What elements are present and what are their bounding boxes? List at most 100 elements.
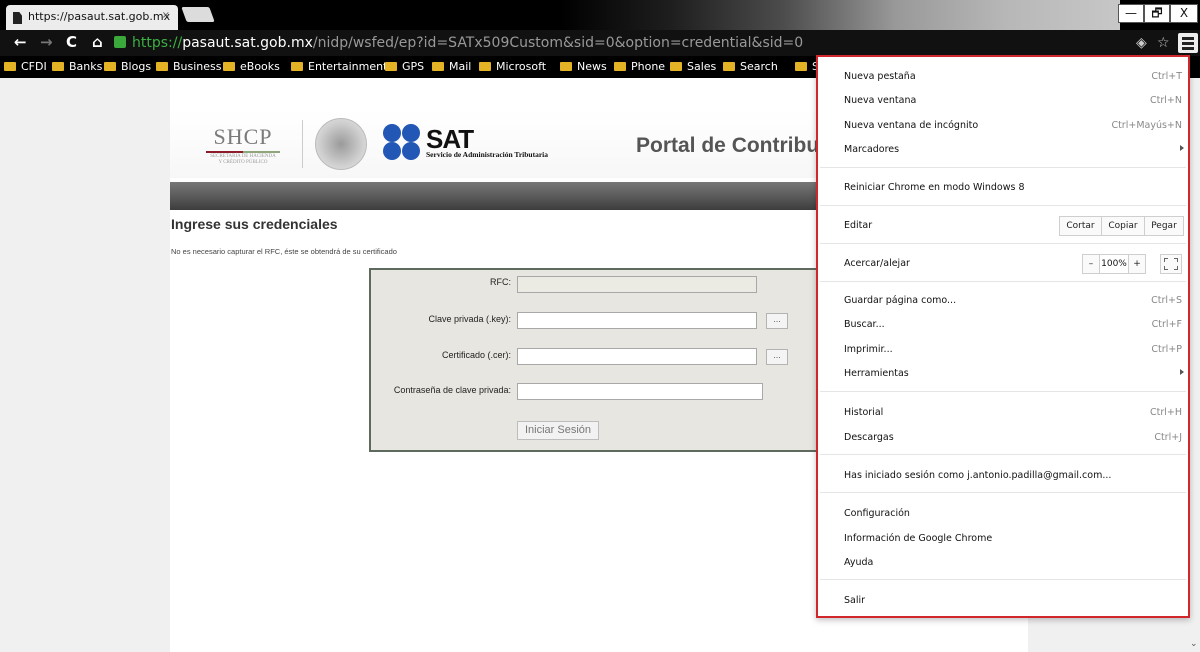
bookmark-folder[interactable]: Sales [670, 60, 716, 73]
maximize-button[interactable]: 🗗 [1144, 4, 1170, 23]
menu-divider [820, 243, 1186, 244]
forward-icon[interactable]: → [40, 33, 53, 51]
menu-divider [820, 454, 1186, 455]
tab-close-icon[interactable]: × [162, 10, 170, 21]
address-bar[interactable]: https://pasaut.sat.gob.mx/nidp/wsfed/ep?… [114, 34, 1164, 52]
menu-item-signed-in[interactable]: Has iniciado sesión como j.antonio.padil… [818, 464, 1188, 486]
cer-label: Certificado (.cer): [441, 350, 511, 360]
url-scheme: https:// [132, 35, 183, 51]
menu-item-new-window[interactable]: Nueva ventana Ctrl+N [818, 89, 1188, 111]
folder-icon [156, 62, 168, 71]
folder-icon [560, 62, 572, 71]
bookmark-folder[interactable]: News [560, 60, 607, 73]
login-form: RFC: Clave privada (.key): ... Certifica… [369, 268, 829, 452]
bookmark-folder[interactable]: Phone [614, 60, 665, 73]
bookmark-folder[interactable]: GPS [385, 60, 424, 73]
menu-item-new-tab[interactable]: Nueva pestaña Ctrl+T [818, 65, 1188, 87]
fullscreen-icon[interactable] [1160, 254, 1182, 274]
key-label: Clave privada (.key): [428, 314, 511, 324]
menu-divider [820, 281, 1186, 282]
reload-icon[interactable]: C [66, 33, 77, 51]
menu-item-relaunch-windows8[interactable]: Reiniciar Chrome en modo Windows 8 [818, 176, 1188, 198]
menu-item-print[interactable]: Imprimir... Ctrl+P [818, 338, 1188, 360]
menu-item-incognito[interactable]: Nueva ventana de incógnito Ctrl+Mayús+N [818, 114, 1188, 136]
submenu-arrow-icon [1180, 145, 1184, 151]
logo-divider [302, 120, 303, 168]
folder-icon [291, 62, 303, 71]
bookmark-folder[interactable]: Blogs [104, 60, 151, 73]
sat-logo-icon [383, 124, 423, 160]
chrome-menu: Nueva pestaña Ctrl+T Nueva ventana Ctrl+N … [816, 55, 1190, 618]
back-icon[interactable]: ← [14, 33, 27, 51]
password-label: Contraseña de clave privada: [393, 385, 511, 395]
page-icon [13, 12, 22, 24]
menu-item-exit[interactable]: Salir [818, 589, 1188, 611]
menu-item-settings[interactable]: Configuración [818, 502, 1188, 524]
bookmark-folder[interactable]: eBooks [223, 60, 280, 73]
page-heading: Ingrese sus credenciales [171, 216, 338, 232]
paste-button[interactable]: Pegar [1144, 216, 1184, 236]
coat-of-arms-icon [315, 118, 367, 170]
key-file-input[interactable] [517, 312, 757, 329]
new-tab-button[interactable] [181, 7, 215, 22]
menu-item-about[interactable]: Información de Google Chrome [818, 527, 1188, 549]
menu-item-edit: Editar Cortar Copiar Pegar [818, 213, 1188, 239]
browser-toolbar: ← → C ⌂ https://pasaut.sat.gob.mx/nidp/w… [0, 30, 1200, 56]
star-icon[interactable]: ☆ [1157, 35, 1170, 51]
cer-browse-button[interactable]: ... [766, 349, 788, 365]
bookmark-folder[interactable]: Mail [432, 60, 471, 73]
home-icon[interactable]: ⌂ [92, 33, 103, 51]
folder-icon [723, 62, 735, 71]
bookmark-folder[interactable]: Entertainment [291, 60, 387, 73]
bookmark-folder[interactable]: Search [723, 60, 778, 73]
menu-divider [820, 579, 1186, 580]
chrome-menu-icon[interactable] [1178, 33, 1198, 53]
bookmark-folder[interactable]: Business [156, 60, 222, 73]
folder-icon [795, 62, 807, 71]
folder-icon [670, 62, 682, 71]
browser-tab[interactable]: https://pasaut.sat.gob.mx × [6, 5, 178, 30]
menu-item-find[interactable]: Buscar... Ctrl+F [818, 313, 1188, 335]
bookmark-folder[interactable]: CFDI [4, 60, 47, 73]
bookmark-folder[interactable]: Microsoft [479, 60, 546, 73]
menu-item-save-page[interactable]: Guardar página como... Ctrl+S [818, 289, 1188, 311]
minimize-button[interactable]: — [1118, 4, 1144, 23]
page-margin-left [0, 78, 170, 652]
folder-icon [479, 62, 491, 71]
folder-icon [614, 62, 626, 71]
rfc-note: No es necesario capturar el RFC, éste se… [171, 247, 397, 256]
zoom-out-button[interactable]: – [1082, 254, 1100, 274]
password-input[interactable] [517, 383, 763, 400]
extension-icon[interactable]: ◈ [1136, 35, 1147, 51]
url-path: /nidp/wsfed/ep?id=SATx509Custom&sid=0&op… [312, 35, 804, 51]
copy-button[interactable]: Copiar [1101, 216, 1145, 236]
zoom-in-button[interactable]: + [1128, 254, 1146, 274]
menu-item-help[interactable]: Ayuda [818, 551, 1188, 573]
menu-item-downloads[interactable]: Descargas Ctrl+J [818, 426, 1188, 448]
menu-divider [820, 492, 1186, 493]
folder-icon [385, 62, 397, 71]
folder-icon [223, 62, 235, 71]
menu-item-tools[interactable]: Herramientas [818, 362, 1188, 384]
menu-item-bookmarks[interactable]: Marcadores [818, 138, 1188, 160]
zoom-level: 100% [1100, 254, 1128, 274]
scroll-down-icon[interactable]: ⌄ [1190, 639, 1198, 649]
folder-icon [104, 62, 116, 71]
tab-strip: https://pasaut.sat.gob.mx × — 🗗 X [0, 0, 1200, 30]
menu-divider [820, 391, 1186, 392]
tab-title: https://pasaut.sat.gob.mx [28, 10, 171, 23]
login-submit-button[interactable]: Iniciar Sesión [517, 421, 599, 440]
bookmark-folder[interactable]: Banks [52, 60, 102, 73]
lock-icon [114, 36, 126, 48]
menu-item-history[interactable]: Historial Ctrl+H [818, 401, 1188, 423]
url-host: pasaut.sat.gob.mx [182, 35, 313, 51]
portal-title: Portal de Contribu [636, 134, 820, 157]
folder-icon [432, 62, 444, 71]
rfc-label: RFC: [490, 277, 511, 287]
menu-divider [820, 205, 1186, 206]
cut-button[interactable]: Cortar [1059, 216, 1102, 236]
close-window-button[interactable]: X [1170, 4, 1198, 23]
cer-file-input[interactable] [517, 348, 757, 365]
shcp-logo: SHCP SECRETARÍA DE HACIENDA Y CRÉDITO PÚ… [198, 124, 288, 166]
key-browse-button[interactable]: ... [766, 313, 788, 329]
